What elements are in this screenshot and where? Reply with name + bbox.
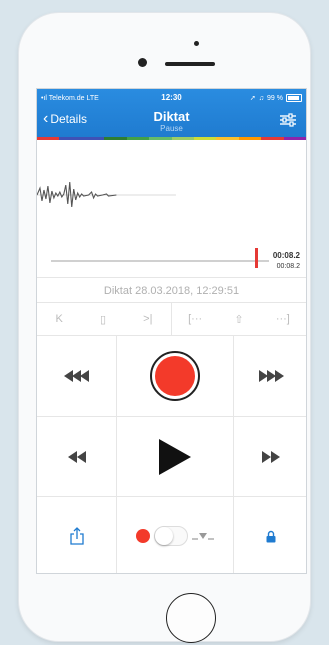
- color-segment: [238, 137, 262, 140]
- color-segment: [216, 137, 239, 140]
- lock-icon: [266, 530, 276, 542]
- home-button[interactable]: [166, 593, 216, 643]
- bookmark-icon[interactable]: ▯: [100, 313, 106, 326]
- status-time: 12:30: [161, 93, 182, 102]
- voice-level-icon: [192, 533, 214, 540]
- record-dot-icon: [136, 529, 150, 543]
- page-title: Diktat: [153, 109, 190, 124]
- record-cell[interactable]: [117, 336, 233, 416]
- color-bar: [37, 137, 306, 140]
- timeline-track[interactable]: [51, 260, 269, 262]
- color-segment: [37, 137, 60, 140]
- mark-out-icon[interactable]: ···]: [276, 313, 290, 325]
- camera: [138, 58, 147, 67]
- location-icon: ➚: [249, 95, 256, 102]
- play-icon: [159, 438, 191, 475]
- battery-percent: 99 %: [267, 94, 283, 102]
- settings-sliders-icon[interactable]: [280, 113, 296, 127]
- battery-icon: [286, 94, 302, 102]
- edit-tools: [··· ⇧ ···]: [172, 303, 306, 335]
- share-button[interactable]: [37, 497, 116, 573]
- lock-button[interactable]: [234, 497, 306, 573]
- nav-bar: •ıl Telekom.de LTE 12:30 ➚ ♫ 99 % ‹ Deta…: [37, 89, 306, 137]
- carrier-info: •ıl Telekom.de LTE: [41, 95, 99, 102]
- color-segment: [283, 137, 306, 140]
- fast-forward-button[interactable]: [234, 336, 306, 416]
- record-dot: [155, 356, 195, 396]
- network-type: LTE: [86, 94, 99, 102]
- sensor-dot: [194, 41, 199, 46]
- color-segment: [149, 137, 172, 140]
- voice-activation-toggle[interactable]: [154, 526, 188, 546]
- rewind-button[interactable]: [37, 417, 116, 496]
- navigation-tools: K ▯ >|: [37, 303, 171, 335]
- current-time: 00:08.2: [272, 251, 300, 260]
- playhead[interactable]: [255, 248, 258, 268]
- divider: [37, 277, 306, 278]
- edit-toolbar: K ▯ >| [··· ⇧ ···]: [37, 303, 306, 335]
- fast-rewind-icon: [63, 370, 89, 382]
- forward-icon: [262, 450, 280, 463]
- voice-activation-cell: [117, 497, 233, 573]
- color-segment: [171, 137, 194, 140]
- record-button[interactable]: [150, 351, 200, 401]
- speaker: [165, 62, 215, 66]
- app-screen: •ıl Telekom.de LTE 12:30 ➚ ♫ 99 % ‹ Deta…: [36, 88, 307, 574]
- signal-icon: •ıl: [41, 94, 47, 102]
- color-segment: [261, 137, 284, 140]
- waveform[interactable]: [37, 141, 306, 249]
- nav-title-block: Diktat Pause: [37, 109, 306, 133]
- jump-start-icon[interactable]: K: [56, 313, 63, 325]
- upload-icon[interactable]: ⇧: [234, 313, 243, 326]
- rewind-icon: [67, 450, 86, 463]
- status-bar: •ıl Telekom.de LTE 12:30 ➚ ♫ 99 %: [41, 93, 302, 103]
- status-right: ➚ ♫ 99 %: [250, 94, 302, 102]
- jump-end-icon[interactable]: >|: [143, 313, 152, 325]
- control-grid: [37, 336, 306, 573]
- play-button[interactable]: [117, 417, 233, 496]
- recording-name: Diktat 28.03.2018, 12:29:51: [103, 285, 240, 297]
- carrier-name: Telekom.de: [48, 94, 85, 102]
- color-segment: [193, 137, 217, 140]
- share-icon: [69, 527, 84, 545]
- color-segment: [59, 137, 82, 140]
- color-segment: [126, 137, 150, 140]
- total-time: 00:08.2: [276, 263, 300, 270]
- headphones-icon: ♫: [258, 94, 265, 102]
- color-segment: [81, 137, 105, 140]
- forward-button[interactable]: [234, 417, 306, 496]
- fast-rewind-button[interactable]: [37, 336, 116, 416]
- color-segment: [104, 137, 127, 140]
- fast-forward-icon: [259, 370, 284, 382]
- mark-in-icon[interactable]: [···: [188, 313, 202, 325]
- page-subtitle: Pause: [160, 124, 183, 133]
